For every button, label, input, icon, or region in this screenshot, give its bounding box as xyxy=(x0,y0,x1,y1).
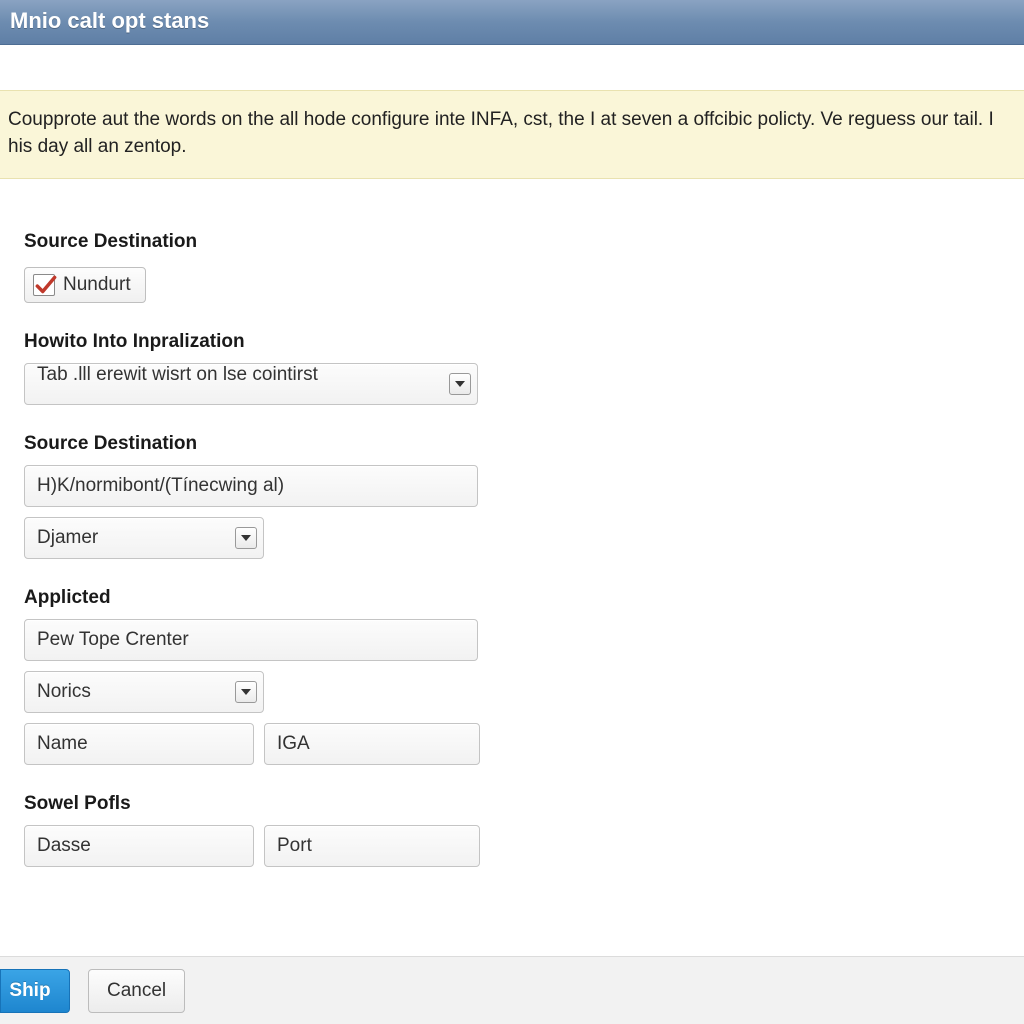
norics-select-value: Norics xyxy=(37,681,91,703)
window-title: Mnio calt opt stans xyxy=(10,8,209,33)
howito-select-value: Tab .lll erewit wisrt on lse cointirst xyxy=(37,364,318,385)
form-area: Source Destination Nundurt Howito Into I… xyxy=(0,179,1024,867)
norics-select[interactable]: Norics xyxy=(24,671,264,713)
label-applicted: Applicted xyxy=(24,587,1000,609)
info-banner: Coupprote aut the words on the all hode … xyxy=(0,90,1024,179)
djamer-select-value: Djamer xyxy=(37,527,98,549)
nundurt-checkbox[interactable]: Nundurt xyxy=(24,267,146,303)
djamer-select[interactable]: Djamer xyxy=(24,517,264,559)
label-source-destination-2: Source Destination xyxy=(24,433,1000,455)
dasse-input[interactable] xyxy=(24,825,254,867)
chevron-down-icon xyxy=(235,681,257,703)
port-input[interactable] xyxy=(264,825,480,867)
info-banner-text: Coupprote aut the words on the all hode … xyxy=(8,109,994,157)
cancel-button[interactable]: Cancel xyxy=(88,969,185,1013)
iga-input[interactable] xyxy=(264,723,480,765)
chevron-down-icon xyxy=(235,527,257,549)
ship-button[interactable]: Ship xyxy=(0,969,70,1013)
check-icon xyxy=(33,274,55,296)
footer-bar: Ship Cancel xyxy=(0,956,1024,1024)
ship-button-label: Ship xyxy=(9,980,50,1002)
source-destination-input[interactable] xyxy=(24,465,478,507)
label-source-destination-1: Source Destination xyxy=(24,231,1000,253)
name-input[interactable] xyxy=(24,723,254,765)
cancel-button-label: Cancel xyxy=(107,980,166,1002)
applicted-input[interactable] xyxy=(24,619,478,661)
nundurt-checkbox-label: Nundurt xyxy=(63,274,131,296)
label-howito: Howito Into Inpralization xyxy=(24,331,1000,353)
label-sowel-pofls: Sowel Pofls xyxy=(24,793,1000,815)
howito-select[interactable]: Tab .lll erewit wisrt on lse cointirst xyxy=(24,363,478,405)
chevron-down-icon xyxy=(449,373,471,395)
window-titlebar: Mnio calt opt stans xyxy=(0,0,1024,45)
